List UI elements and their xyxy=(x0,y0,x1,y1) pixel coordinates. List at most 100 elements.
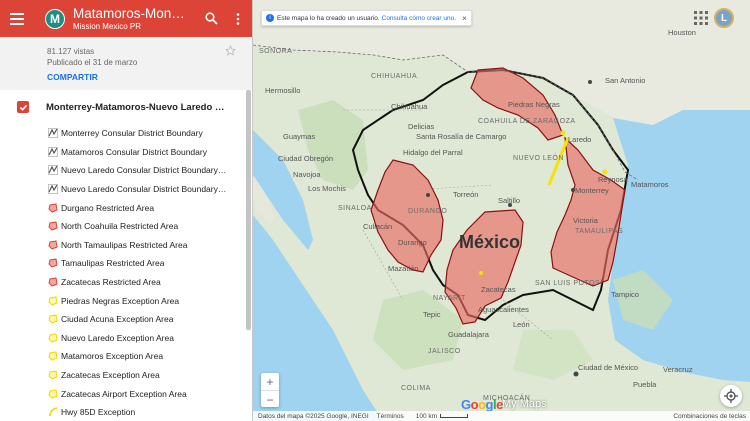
label-slp: SAN LUIS POTOSÍ xyxy=(535,280,603,287)
scrollbar[interactable] xyxy=(246,90,251,330)
notice-text: Este mapa lo ha creado un usuario. xyxy=(277,14,380,22)
star-icon[interactable] xyxy=(225,45,236,56)
close-icon[interactable]: × xyxy=(462,14,467,23)
label-tepic: Tepic xyxy=(423,310,441,319)
label-torreon: Torreón xyxy=(453,190,479,199)
list-item-label: Piedras Negras Exception Area xyxy=(61,295,180,306)
label-hidalgo-parral: Hidalgo del Parral xyxy=(403,148,463,157)
polygon-yellow-icon xyxy=(48,333,58,343)
label-culiacan: Culiacán xyxy=(363,222,393,231)
label-ciudad-obregon: Ciudad Obregón xyxy=(278,154,334,163)
publish-date: Publicado el 31 de marzo xyxy=(47,58,138,67)
label-puebla: Puebla xyxy=(633,380,657,389)
polygon-red-icon xyxy=(48,240,58,250)
label-zacatecas: Zacatecas xyxy=(481,285,516,294)
my-location-button[interactable] xyxy=(720,385,742,407)
map-base xyxy=(253,0,750,421)
label-veracruz: Veracruz xyxy=(663,365,693,374)
label-tamaulipas: TAMAULIPAS xyxy=(575,228,624,235)
label-houston: Houston xyxy=(668,28,696,37)
list-item[interactable]: Matamoros Exception Area xyxy=(0,347,252,366)
list-item-label: Tamaulipas Restricted Area xyxy=(61,258,165,269)
list-item[interactable]: Ciudad Acuna Exception Area xyxy=(0,310,252,329)
list-item[interactable]: Tamaulipas Restricted Area xyxy=(0,254,252,273)
label-navojoa: Navojoa xyxy=(293,170,321,179)
scale-label: 100 km xyxy=(415,412,438,420)
label-coahuila: COAHUILA DE ZARAGOZA xyxy=(478,118,576,125)
list-item[interactable]: Nuevo Laredo Consular District Boundary … xyxy=(0,161,252,180)
list-item[interactable]: Hwy 85D Exception xyxy=(0,403,252,421)
side-panel: M Matamoros-Monterrey-Nuevo Laredo Missi… xyxy=(0,0,253,421)
label-nuevo-leon: NUEVO LEÓN xyxy=(513,155,564,162)
list-item-label: Zacatecas Exception Area xyxy=(61,370,160,381)
apps-grid-icon[interactable] xyxy=(693,10,709,26)
list-item[interactable]: Matamoros Consular District Boundary xyxy=(0,143,252,162)
mymaps-app: M Matamoros-Monterrey-Nuevo Laredo Missi… xyxy=(0,0,750,421)
list-item[interactable]: Nuevo Laredo Exception Area xyxy=(0,329,252,348)
label-colima: COLIMA xyxy=(401,385,431,392)
crosshair-icon xyxy=(724,389,738,403)
polyline-icon xyxy=(48,184,58,194)
zoom-in-button[interactable]: + xyxy=(261,373,279,390)
more-vert-icon xyxy=(237,12,240,25)
user-map-notice: i Este mapa lo ha creado un usuario. Con… xyxy=(261,10,472,26)
search-button[interactable] xyxy=(198,0,225,37)
label-san-antonio: San Antonio xyxy=(605,76,646,85)
list-item[interactable]: Piedras Negras Exception Area xyxy=(0,291,252,310)
list-item-label: Matamoros Consular District Boundary xyxy=(61,146,207,157)
map-title[interactable]: Matamoros-Monterrey-Nuevo Laredo xyxy=(73,6,188,21)
list-item-label: Hwy 85D Exception xyxy=(61,407,136,418)
keyboard-shortcuts-link[interactable]: Combinaciones de teclas xyxy=(673,413,746,420)
map-canvas[interactable]: SONORA CHIHUAHUA COAHUILA DE ZARAGOZA DU… xyxy=(253,0,750,421)
label-chihuahua: CHIHUAHUA xyxy=(371,73,418,80)
menu-button[interactable] xyxy=(0,0,35,37)
list-item[interactable]: Zacatecas Exception Area xyxy=(0,366,252,385)
polygon-red-icon xyxy=(48,203,58,213)
map-footer: Datos del mapa ©2025 Google, INEGI Térmi… xyxy=(253,411,750,421)
list-item-label: Durgano Restricted Area xyxy=(61,202,155,213)
label-guadalajara: Guadalajara xyxy=(448,330,489,339)
polygon-yellow-icon xyxy=(48,370,58,380)
title-block[interactable]: Matamoros-Monterrey-Nuevo Laredo Mission… xyxy=(73,6,188,31)
layer-checkbox[interactable] xyxy=(17,101,29,113)
list-item[interactable]: Zacatecas Restricted Area xyxy=(0,273,252,292)
zoom-control: + − xyxy=(261,373,279,407)
list-item[interactable]: Nuevo Laredo Consular District Boundary … xyxy=(0,180,252,199)
label-reynosa: Reynosa xyxy=(598,175,628,184)
list-item[interactable]: Zacatecas Airport Exception Area xyxy=(0,384,252,403)
notice-link[interactable]: Consulta cómo crear uno. xyxy=(382,15,456,22)
label-hermosillo: Hermosillo xyxy=(265,86,301,95)
terms-link[interactable]: Términos xyxy=(377,413,404,420)
layer-header[interactable]: Monterrey-Matamoros-Nuevo Laredo Co... xyxy=(0,90,252,124)
list-item-label: Nuevo Laredo Exception Area xyxy=(61,332,174,343)
list-item-label: Zacatecas Airport Exception Area xyxy=(61,388,187,399)
map-meta: 81.127 vistas Publicado el 31 de marzo C… xyxy=(0,37,252,90)
label-los-mochis: Los Mochis xyxy=(308,184,346,193)
list-item-label: Zacatecas Restricted Area xyxy=(61,277,161,288)
list-item-label: Monterrey Consular District Boundary xyxy=(61,128,203,139)
label-durango: Durango xyxy=(398,238,427,247)
mymaps-logo: My Maps xyxy=(502,398,547,410)
label-victoria: Victoria xyxy=(573,216,598,225)
panel-header: M Matamoros-Monterrey-Nuevo Laredo Missi… xyxy=(0,0,252,37)
zoom-out-button[interactable]: − xyxy=(261,391,279,408)
share-button[interactable]: COMPARTIR xyxy=(47,72,252,82)
label-country: México xyxy=(459,232,521,252)
list-item-label: Nuevo Laredo Consular District Boundary … xyxy=(61,165,228,176)
layer-title[interactable]: Monterrey-Matamoros-Nuevo Laredo Co... xyxy=(46,102,226,113)
list-item-label: Matamoros Exception Area xyxy=(61,351,164,362)
polyline-icon xyxy=(48,147,58,157)
list-item[interactable]: Monterrey Consular District Boundary xyxy=(0,124,252,143)
label-jalisco: JALISCO xyxy=(428,348,461,355)
more-options-button[interactable] xyxy=(225,0,252,37)
label-piedras-negras: Piedras Negras xyxy=(508,100,560,109)
list-item[interactable]: Durgano Restricted Area xyxy=(0,198,252,217)
list-item-label: North Tamaulipas Restricted Area xyxy=(61,239,188,250)
map-subtitle: Mission Mexico PR xyxy=(72,22,141,31)
label-sonora: SONORA xyxy=(259,48,293,55)
profile-avatar[interactable]: L xyxy=(714,8,734,28)
list-item[interactable]: North Coahuila Restricted Area xyxy=(0,217,252,236)
list-item[interactable]: North Tamaulipas Restricted Area xyxy=(0,236,252,255)
label-leon: León xyxy=(513,320,530,329)
google-logo: Google xyxy=(461,397,503,412)
